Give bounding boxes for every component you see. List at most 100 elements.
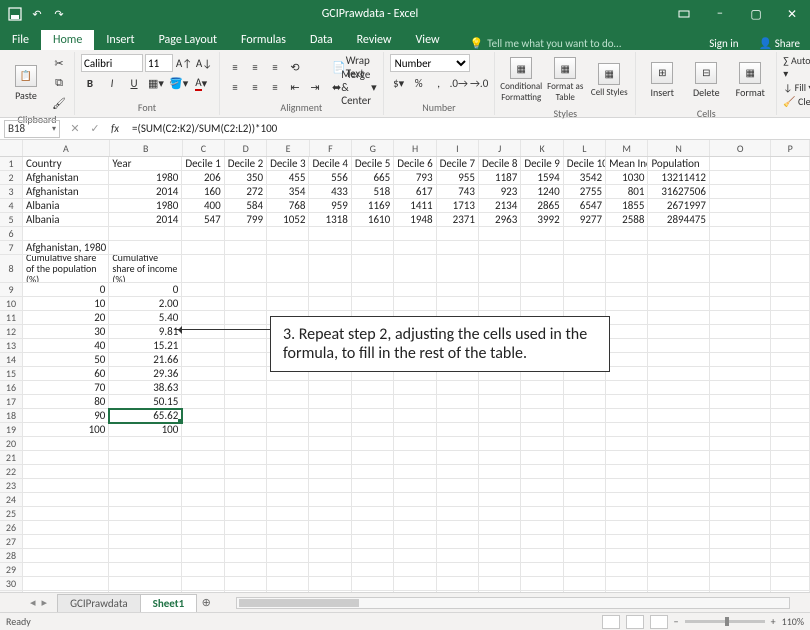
- borders-icon[interactable]: ▦▾: [147, 74, 165, 92]
- row-header[interactable]: 9: [0, 283, 23, 297]
- cell[interactable]: [225, 423, 267, 437]
- cell[interactable]: [267, 395, 309, 409]
- cell[interactable]: [394, 395, 436, 409]
- cell[interactable]: [437, 591, 479, 592]
- cell[interactable]: [437, 465, 479, 479]
- cell[interactable]: [710, 507, 772, 521]
- column-header[interactable]: M: [606, 140, 648, 156]
- cell[interactable]: [352, 493, 394, 507]
- undo-icon[interactable]: ↶: [28, 5, 46, 23]
- cell[interactable]: Decile 10: [564, 157, 606, 171]
- row-header[interactable]: 11: [0, 311, 23, 325]
- cell[interactable]: [267, 493, 309, 507]
- cell[interactable]: [521, 283, 563, 297]
- cell[interactable]: [771, 549, 810, 563]
- cell[interactable]: Mean Income: [606, 157, 648, 171]
- row-header[interactable]: 1: [0, 157, 23, 171]
- cell[interactable]: [109, 563, 182, 577]
- cell[interactable]: [267, 297, 309, 311]
- cell[interactable]: 3542: [564, 171, 606, 185]
- row-header[interactable]: 25: [0, 507, 23, 521]
- cell[interactable]: [394, 549, 436, 563]
- cell[interactable]: [109, 521, 182, 535]
- clear-button[interactable]: 🧹 Clear ▾: [783, 95, 810, 108]
- cell[interactable]: [648, 479, 710, 493]
- cell[interactable]: [479, 591, 521, 592]
- cell[interactable]: [564, 507, 606, 521]
- cell[interactable]: [710, 311, 772, 325]
- cell[interactable]: [710, 325, 772, 339]
- cell[interactable]: [521, 563, 563, 577]
- cell[interactable]: [437, 297, 479, 311]
- cell[interactable]: [521, 437, 563, 451]
- cell[interactable]: 1411: [394, 199, 436, 213]
- cell[interactable]: [225, 479, 267, 493]
- sheet-tab-rawdata[interactable]: GCIPrawdata: [57, 594, 141, 612]
- cell[interactable]: [23, 535, 109, 549]
- cell[interactable]: [352, 297, 394, 311]
- cell[interactable]: [479, 451, 521, 465]
- cell[interactable]: [479, 465, 521, 479]
- cell[interactable]: [648, 227, 710, 241]
- cell[interactable]: [394, 451, 436, 465]
- cell[interactable]: 2865: [521, 199, 563, 213]
- new-sheet-button[interactable]: ⊕: [196, 596, 216, 609]
- cell[interactable]: [710, 367, 772, 381]
- enter-formula-icon[interactable]: ✓: [86, 122, 104, 135]
- cell[interactable]: [521, 521, 563, 535]
- cell[interactable]: [437, 381, 479, 395]
- cell[interactable]: [479, 507, 521, 521]
- cell[interactable]: [521, 241, 563, 255]
- cell[interactable]: 1169: [352, 199, 394, 213]
- cell[interactable]: [648, 423, 710, 437]
- fill-color-icon[interactable]: 🪣▾: [169, 74, 188, 92]
- row-header[interactable]: 30: [0, 577, 23, 591]
- cell[interactable]: [771, 157, 810, 171]
- cell[interactable]: 801: [606, 185, 648, 199]
- cell[interactable]: Cumulative share of the population (%): [23, 255, 109, 283]
- cell[interactable]: [309, 423, 351, 437]
- cell[interactable]: [109, 507, 182, 521]
- cell[interactable]: [437, 535, 479, 549]
- cell[interactable]: [394, 241, 436, 255]
- cell[interactable]: [710, 353, 772, 367]
- cell[interactable]: [648, 367, 710, 381]
- cell[interactable]: [564, 577, 606, 591]
- percent-icon[interactable]: %: [410, 74, 428, 92]
- cell[interactable]: [710, 409, 772, 423]
- row-header[interactable]: 4: [0, 199, 23, 213]
- cell[interactable]: 5.40: [109, 311, 182, 325]
- cell[interactable]: [267, 283, 309, 297]
- cell[interactable]: [606, 325, 648, 339]
- cell[interactable]: [479, 577, 521, 591]
- row-header[interactable]: 24: [0, 493, 23, 507]
- cell[interactable]: [182, 479, 224, 493]
- cell[interactable]: 20: [23, 311, 109, 325]
- cell[interactable]: [479, 535, 521, 549]
- cell[interactable]: 90: [23, 409, 109, 423]
- cell[interactable]: [606, 549, 648, 563]
- cell[interactable]: [23, 549, 109, 563]
- cell[interactable]: [267, 549, 309, 563]
- align-right-icon[interactable]: ≡: [266, 78, 284, 96]
- cell[interactable]: [771, 563, 810, 577]
- cell[interactable]: [352, 563, 394, 577]
- cell[interactable]: 518: [352, 185, 394, 199]
- cell[interactable]: 13211412: [648, 171, 710, 185]
- cell[interactable]: [606, 255, 648, 283]
- cell[interactable]: [23, 563, 109, 577]
- autosum-button[interactable]: ∑ AutoSum ▾: [783, 54, 810, 80]
- cell[interactable]: [225, 549, 267, 563]
- cell[interactable]: [564, 563, 606, 577]
- cell[interactable]: [267, 521, 309, 535]
- cell[interactable]: [606, 367, 648, 381]
- cell[interactable]: [521, 465, 563, 479]
- cell[interactable]: [23, 521, 109, 535]
- cell[interactable]: [521, 297, 563, 311]
- number-format-select[interactable]: Number: [390, 54, 470, 72]
- cell[interactable]: [710, 423, 772, 437]
- cell[interactable]: [437, 283, 479, 297]
- cell[interactable]: 21.66: [109, 353, 182, 367]
- cell[interactable]: 2894475: [648, 213, 710, 227]
- row-header[interactable]: 16: [0, 381, 23, 395]
